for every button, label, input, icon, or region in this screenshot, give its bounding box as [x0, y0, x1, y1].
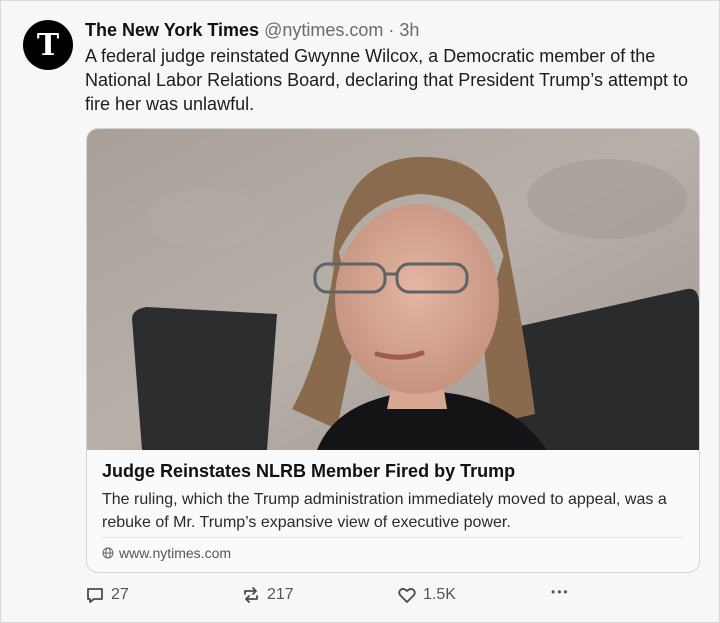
card-divider: [102, 537, 684, 538]
reply-button[interactable]: 27: [85, 585, 129, 605]
reply-count: 27: [111, 586, 129, 603]
post-time[interactable]: 3h: [399, 20, 419, 40]
post: T The New York Times @nytimes.com · 3h A…: [0, 0, 720, 623]
post-text: A federal judge reinstated Gwynne Wilcox…: [85, 46, 688, 114]
repost-button[interactable]: 217: [241, 585, 294, 605]
card-title[interactable]: Judge Reinstates NLRB Member Fired by Tr…: [102, 461, 515, 482]
author-name[interactable]: The New York Times: [85, 20, 259, 40]
repost-count: 217: [267, 586, 294, 603]
reply-icon: [87, 588, 103, 603]
action-bar: 27 217 1.5K •••: [85, 585, 585, 609]
repost-icon: [244, 587, 258, 603]
card-domain[interactable]: www.nytimes.com: [119, 545, 231, 561]
card-description: The ruling, which the Trump administrati…: [102, 491, 667, 531]
like-button[interactable]: 1.5K: [397, 585, 456, 605]
heart-icon: [398, 587, 416, 603]
post-header: The New York Times @nytimes.com · 3h: [85, 19, 419, 41]
nyt-avatar[interactable]: T: [23, 20, 73, 70]
card-image: [87, 129, 699, 450]
like-count: 1.5K: [423, 586, 456, 603]
card-link[interactable]: www.nytimes.com: [102, 545, 231, 561]
separator: ·: [388, 20, 395, 40]
more-icon: •••: [551, 585, 570, 599]
globe-icon: [102, 547, 114, 559]
link-card[interactable]: Judge Reinstates NLRB Member Fired by Tr…: [86, 128, 700, 573]
more-options-button[interactable]: •••: [551, 585, 570, 599]
author-handle[interactable]: @nytimes.com: [264, 20, 383, 40]
